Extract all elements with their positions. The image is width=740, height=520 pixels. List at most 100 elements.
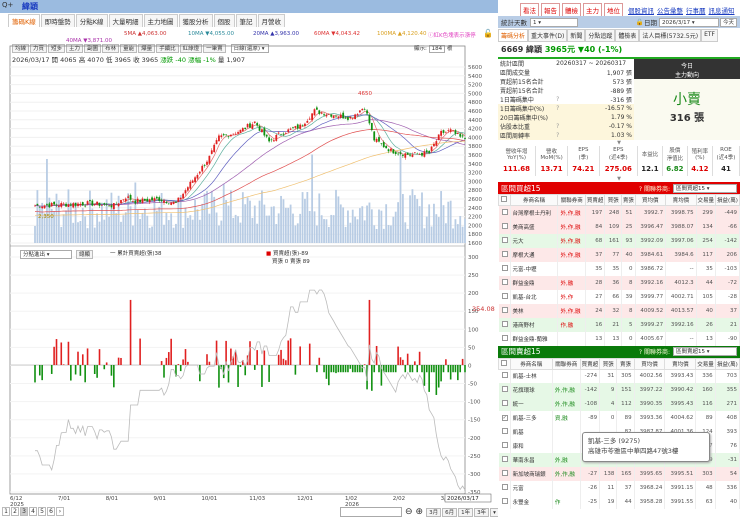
column-header[interactable]: 賣均價 — [664, 357, 697, 370]
table-row[interactable]: 永豐金作 -25 19 44 3958.28 3991.55 63 40 — [498, 495, 740, 509]
row-checkbox[interactable] — [498, 425, 511, 439]
broker-name[interactable]: 華南永昌 — [510, 453, 553, 467]
row-checkbox[interactable] — [498, 275, 511, 290]
table-row[interactable]: 新加坡商瑞銀 外,作,融 -27 138 165 3995.65 3995.51 303 54 — [498, 467, 740, 481]
lock-date-icon[interactable]: 🔒 — [636, 18, 644, 26]
row-checkbox[interactable] — [498, 481, 511, 495]
broker-name[interactable]: 美商高盛 — [510, 219, 559, 234]
column-header[interactable]: 損益(萬) — [714, 357, 740, 370]
broker-name[interactable]: 永豐金 — [510, 495, 553, 509]
top-button[interactable]: 地位 — [604, 3, 623, 17]
broker-name[interactable]: 摩根大通 — [510, 247, 559, 262]
row-checkbox[interactable] — [498, 303, 511, 318]
broker-name[interactable]: 凱基 — [510, 425, 553, 439]
row-checkbox[interactable] — [498, 495, 511, 509]
table-row[interactable]: 花旗環球 外,作,融 -142 9 151 3997.22 3990.42 160 355 — [498, 383, 740, 397]
broker-name[interactable]: 凱基-士林 — [510, 369, 553, 383]
top-link[interactable]: 公告彙整 — [657, 7, 683, 15]
table-row[interactable]: 元大 外,作,融 68 161 93 3992.09 3997.06 254 -142 — [498, 233, 740, 248]
row-checkbox[interactable] — [498, 439, 511, 453]
table-row[interactable]: 摩根大通 外,作,融 37 77 40 3984.61 3984.6 117 206 — [498, 247, 740, 262]
analysis-tab[interactable]: 籌碼分析 — [498, 29, 529, 42]
row-checkbox[interactable] — [498, 397, 511, 411]
broker-name[interactable]: 康和 — [510, 439, 553, 453]
broker-name[interactable]: 統一 — [510, 397, 553, 411]
row-checkbox[interactable] — [498, 383, 511, 397]
table-row[interactable]: 群益金鼎 外,融 28 36 8 3992.16 4012.3 44 -72 — [498, 275, 740, 290]
lower-indicator-select[interactable]: 分點進出 ▾ — [20, 250, 72, 259]
analysis-tab[interactable]: 法人目標(5732.5元) — [639, 29, 702, 42]
broker-name[interactable]: 群益金鼎 — [510, 275, 559, 290]
table-row[interactable]: 群益金鼎-蘭雅 13 13 0 4005.67 -- 13 -90 — [498, 331, 740, 346]
page-button[interactable]: 3 — [20, 507, 28, 516]
broker-name[interactable]: 元大 — [510, 233, 559, 248]
period-button[interactable]: 3月 — [426, 507, 442, 517]
broker-name[interactable]: 元富 — [510, 481, 553, 495]
row-checkbox[interactable] — [498, 331, 511, 346]
column-header[interactable]: 券商名稱 — [509, 357, 553, 370]
column-header[interactable]: 買均價 — [633, 357, 666, 370]
row-checkbox[interactable] — [498, 467, 511, 481]
column-header[interactable]: 券商名稱 — [509, 194, 559, 206]
page-button[interactable]: 1 — [2, 507, 10, 516]
period-button[interactable]: 1年 — [458, 507, 474, 517]
zoom-input[interactable] — [340, 507, 402, 517]
table-row[interactable]: 美商高盛 外,作,融 84 109 25 3996.47 3988.07 134 -66 — [498, 219, 740, 234]
column-header[interactable]: 賣張 — [616, 357, 635, 370]
row-checkbox[interactable] — [498, 289, 511, 304]
column-header[interactable]: 交易量 — [695, 194, 716, 206]
column-header[interactable]: 賣均價 — [665, 194, 697, 206]
top-button[interactable]: 看法 — [520, 3, 539, 17]
row-checkbox[interactable] — [498, 369, 511, 383]
table-row[interactable]: 統一 外,作,融 -108 4 112 3990.35 3995.43 116 271 — [498, 397, 740, 411]
column-header[interactable]: 買均價 — [634, 194, 667, 206]
column-header[interactable]: 交易量 — [695, 357, 716, 370]
top-link[interactable]: 個股資訊 — [628, 7, 654, 15]
analysis-tab[interactable]: 體檢表 — [615, 29, 640, 42]
page-button[interactable]: 6 — [47, 507, 55, 516]
analysis-tab[interactable]: 分點追蹤 — [585, 29, 616, 42]
select-all-checkbox[interactable] — [498, 194, 511, 206]
row-checkbox[interactable] — [498, 205, 511, 220]
broker-name[interactable]: 花旗環球 — [510, 383, 553, 397]
table-row[interactable]: 元富-中壢 35 35 0 3986.72 -- 35 -103 — [498, 261, 740, 276]
row-checkbox[interactable] — [498, 247, 511, 262]
broker-name[interactable]: 元富-中壢 — [510, 261, 559, 276]
table-row[interactable]: ✓ 凱基-三多 資,融 -89 0 89 3993.36 4004.62 89 408 — [498, 411, 740, 425]
column-header[interactable]: 買張 — [599, 357, 618, 370]
column-header[interactable]: 關聯券商 — [557, 194, 586, 206]
period-button[interactable]: 3年 — [474, 507, 490, 517]
page-button[interactable]: 5 — [38, 507, 46, 516]
select-all-checkbox[interactable] — [498, 357, 511, 370]
column-header[interactable]: 買張 — [604, 194, 623, 206]
sell-rel-select[interactable]: 區間賣超15 ▾ — [673, 347, 737, 356]
broker-name[interactable]: 新加坡商瑞銀 — [510, 467, 553, 481]
table-row[interactable]: 台灣摩根士丹利 外,作,融 197 248 51 3992.7 3998.75 299 -449 — [498, 205, 740, 220]
today-button[interactable]: 今天 — [719, 17, 737, 27]
zoom-out-icon[interactable]: ⊖ — [405, 507, 413, 517]
table-row[interactable]: 美林 外,作,融 24 32 8 4009.52 4013.57 40 37 — [498, 303, 740, 318]
page-button[interactable]: 2 — [11, 507, 19, 516]
column-header[interactable]: 關聯券商 — [551, 357, 581, 370]
candlestick-chart[interactable]: 5600540052005000480046004400420040003800… — [0, 0, 498, 520]
broker-name[interactable]: 台灣摩根士丹利 — [510, 205, 559, 220]
broker-name[interactable]: 凱基-台北 — [510, 289, 559, 304]
column-header[interactable]: 賣張 — [621, 194, 636, 206]
buy-rel-select[interactable]: 區間買超15 ▾ — [673, 183, 737, 193]
row-checkbox[interactable]: ✓ — [498, 411, 511, 425]
column-header[interactable]: 損益(萬) — [714, 194, 740, 206]
date-input[interactable]: 2026/3/17 ▾ — [658, 17, 719, 27]
row-checkbox[interactable] — [498, 261, 511, 276]
page-button[interactable]: 4 — [29, 507, 37, 516]
analysis-tab[interactable]: 新聞 — [567, 29, 586, 42]
column-header[interactable]: 買賣超 — [579, 357, 601, 370]
page-button[interactable]: › — [56, 507, 64, 516]
column-header[interactable]: 買賣超 — [584, 194, 606, 206]
table-row[interactable]: 港商野村 作,融 16 21 5 3999.27 3992.16 26 21 — [498, 317, 740, 332]
row-checkbox[interactable] — [498, 233, 511, 248]
analysis-tab[interactable]: ETF — [701, 29, 718, 42]
days-select[interactable]: 1 ▾ — [530, 17, 578, 27]
analysis-tab[interactable]: 重大事件(D) — [528, 29, 568, 42]
top-link[interactable]: 行事曆 — [686, 7, 706, 15]
table-row[interactable]: 元富 -26 11 37 3968.24 3991.15 48 336 — [498, 481, 740, 495]
